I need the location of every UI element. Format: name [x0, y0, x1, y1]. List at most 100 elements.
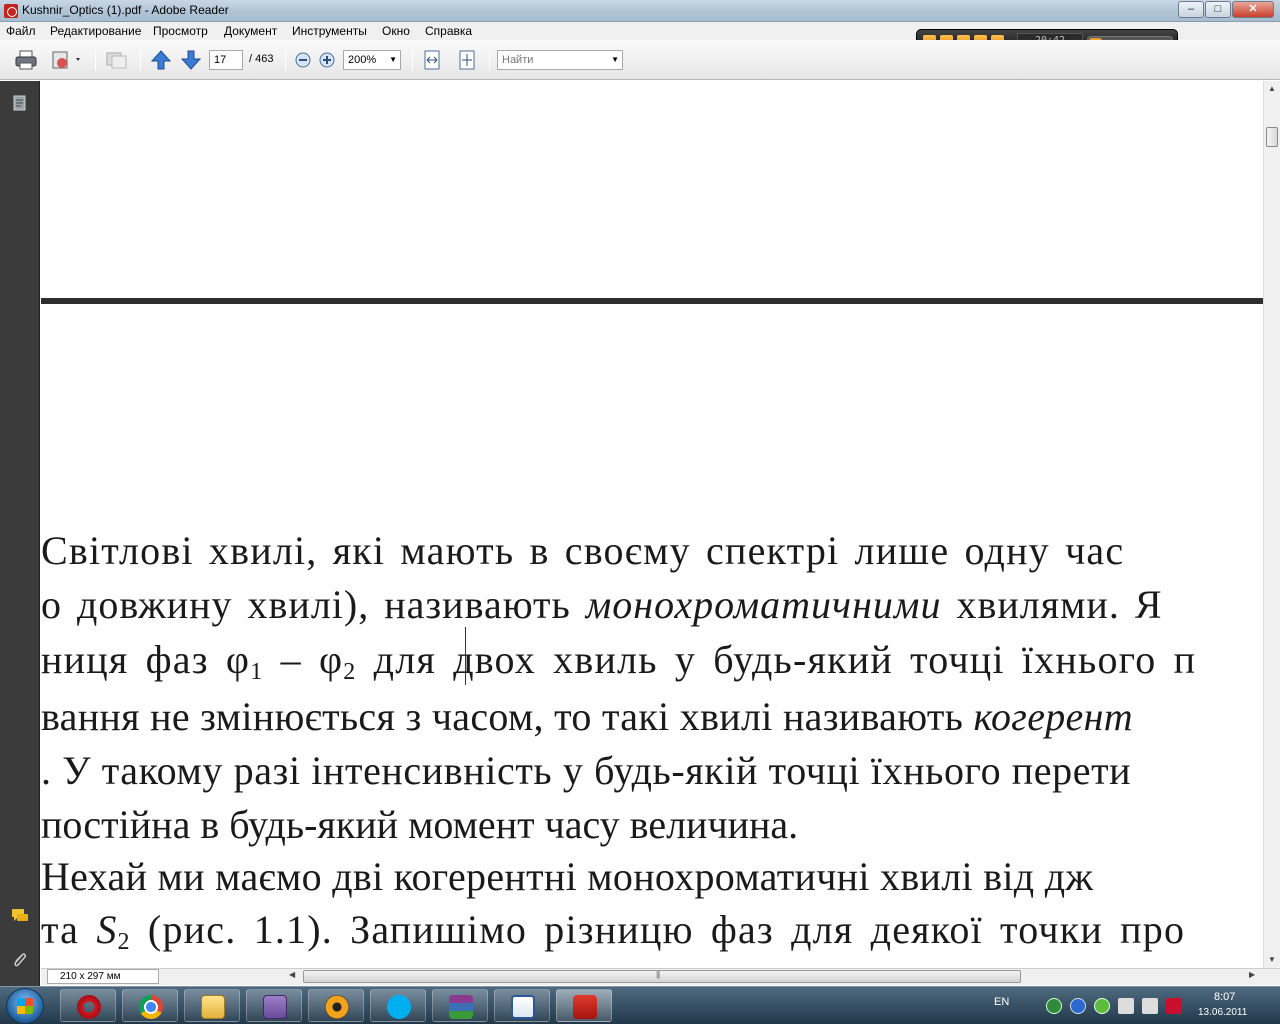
menu-tools[interactable]: Инструменты — [292, 24, 367, 38]
menu-window[interactable]: Окно — [382, 24, 410, 38]
arrow-up-icon[interactable] — [150, 49, 172, 71]
adobe-reader-icon — [4, 4, 18, 18]
text-line-7: Нехай ми маємо дві когерентні монохромат… — [41, 853, 1093, 900]
line-text: (рис. 1.1). Запишімо різницю фаз для дея… — [130, 907, 1186, 952]
window-controls: – □ ✕ — [1177, 1, 1274, 18]
chevron-down-icon: ▼ — [389, 55, 397, 64]
line-text: та — [41, 907, 97, 952]
zoom-in-icon[interactable] — [318, 49, 336, 71]
aimp-icon — [325, 995, 349, 1019]
ati-icon[interactable] — [1166, 998, 1182, 1014]
folder-icon — [201, 995, 225, 1019]
menu-edit[interactable]: Редактирование — [50, 24, 141, 38]
floppy-icon — [263, 995, 287, 1019]
taskbar-winrar[interactable] — [432, 989, 488, 1022]
language-indicator[interactable]: EN — [994, 996, 1009, 1008]
scroll-right-icon[interactable]: ▶ — [1249, 970, 1255, 979]
line-text: – φ — [263, 637, 344, 682]
taskbar-save[interactable] — [246, 989, 302, 1022]
title-bar: Kushnir_Optics (1).pdf - Adobe Reader – … — [0, 0, 1280, 22]
pages-icon[interactable] — [10, 93, 30, 113]
taskbar-explorer[interactable] — [184, 989, 240, 1022]
utorrent-icon[interactable] — [1046, 998, 1062, 1014]
clock-date[interactable]: 13.06.2011 — [1198, 1007, 1247, 1018]
text-line-3: ниця фаз φ1 – φ2 для двох хвиль у будь-я… — [41, 636, 1196, 686]
text-line-4: вання не змінюється з часом, то такі хви… — [41, 693, 1133, 740]
page-number-input[interactable]: 17 — [209, 50, 243, 70]
scroll-down-icon[interactable]: ▼ — [1264, 952, 1280, 968]
zoom-out-icon[interactable] — [294, 49, 312, 71]
search-input[interactable]: Найти ▼ — [497, 50, 623, 70]
adobe-reader-icon — [573, 995, 597, 1019]
attachment-icon[interactable] — [10, 949, 30, 969]
network-icon[interactable] — [1118, 998, 1134, 1014]
menu-view[interactable]: Просмотр — [153, 24, 208, 38]
document-view[interactable]: Світлові хвилі, які мають в своєму спект… — [41, 81, 1263, 968]
zoom-select[interactable]: 200% ▼ — [343, 50, 401, 70]
chevron-down-icon: ▼ — [611, 55, 619, 64]
vertical-scrollbar[interactable]: ▲ ▼ — [1263, 81, 1280, 968]
clock-time[interactable]: 8:07 — [1214, 991, 1235, 1003]
menu-help[interactable]: Справка — [425, 24, 472, 38]
winrar-icon — [449, 995, 473, 1019]
fit-page-icon[interactable] — [456, 49, 478, 71]
collaborate-icon[interactable] — [104, 49, 128, 71]
taskbar-opera[interactable] — [60, 989, 116, 1022]
fit-width-icon[interactable] — [421, 49, 443, 71]
line-text: Світлові хвилі, які мають в своєму спект… — [41, 528, 1125, 573]
toolbar-separator — [95, 50, 96, 70]
page-header-rule — [41, 298, 1263, 304]
text-line-6: постійна в будь-який момент часу величин… — [41, 801, 798, 848]
scroll-left-icon[interactable]: ◀ — [289, 970, 295, 979]
sync-icon[interactable] — [1094, 998, 1110, 1014]
text-cursor — [465, 627, 466, 685]
taskbar-adobe-reader[interactable] — [556, 989, 612, 1022]
toolbar-separator — [285, 50, 286, 70]
scroll-up-icon[interactable]: ▲ — [1264, 81, 1280, 97]
taskbar-word[interactable] — [494, 989, 550, 1022]
vertical-scroll-thumb[interactable] — [1266, 127, 1278, 147]
opera-icon — [77, 995, 101, 1019]
chrome-icon — [139, 995, 163, 1019]
line-text: о довжину хвилі), називають — [41, 582, 586, 627]
search-placeholder: Найти — [502, 54, 534, 66]
share-icon[interactable] — [50, 49, 84, 71]
volume-icon[interactable] — [1142, 998, 1158, 1014]
term-coherent: когерент — [973, 694, 1133, 739]
variable-s: S — [96, 907, 118, 952]
close-button[interactable]: ✕ — [1232, 1, 1274, 18]
taskbar-aimp[interactable] — [308, 989, 364, 1022]
line-text: постійна в будь-який момент часу величин… — [41, 802, 799, 847]
skype-icon — [387, 995, 411, 1019]
minimize-button[interactable]: – — [1178, 1, 1204, 18]
page-size-indicator: 210 x 297 мм — [47, 969, 159, 984]
text-line-5: . У такому разі інтенсивність у будь-які… — [41, 747, 1131, 794]
line-text: хвилями. Я — [941, 582, 1163, 627]
taskbar-skype[interactable] — [370, 989, 426, 1022]
arrow-down-icon[interactable] — [180, 49, 202, 71]
toolbar: 17 / 463 200% ▼ Найти ▼ — [0, 40, 1280, 80]
line-text: ниця фаз φ — [41, 637, 251, 682]
maximize-button[interactable]: □ — [1205, 1, 1231, 18]
horizontal-scrollbar[interactable]: 210 x 297 мм ◀ ▶ — [41, 968, 1280, 985]
print-icon[interactable] — [14, 49, 38, 71]
taskbar-chrome[interactable] — [122, 989, 178, 1022]
term-monochromatic: монохроматичними — [585, 582, 942, 627]
subscript: 1 — [250, 659, 264, 685]
subscript: 2 — [343, 659, 357, 685]
line-text: для двох хвиль у будь-який точці їхнього… — [356, 637, 1197, 682]
word-icon — [511, 995, 535, 1019]
window-title: Kushnir_Optics (1).pdf - Adobe Reader — [22, 3, 229, 17]
text-line-1: Світлові хвилі, які мають в своєму спект… — [41, 527, 1124, 574]
start-button[interactable] — [6, 988, 44, 1024]
bluetooth-icon[interactable] — [1070, 998, 1086, 1014]
subscript: 2 — [117, 929, 131, 955]
comments-icon[interactable] — [10, 906, 30, 926]
line-text: вання не змінюється з часом, то такі хви… — [41, 694, 974, 739]
menu-file[interactable]: Файл — [6, 24, 36, 38]
text-line-8: та S2 (рис. 1.1). Запишімо різницю фаз д… — [41, 906, 1185, 956]
toolbar-separator — [412, 50, 413, 70]
menu-document[interactable]: Документ — [224, 24, 277, 38]
horizontal-scroll-thumb[interactable] — [303, 970, 1021, 983]
line-text: . У такому разі інтенсивність у будь-які… — [41, 748, 1132, 793]
